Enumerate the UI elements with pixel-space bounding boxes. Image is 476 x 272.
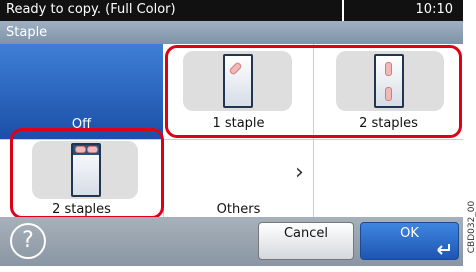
status-bar: Ready to copy. (Full Color) 10:10 — [0, 0, 463, 21]
option-off[interactable]: Off — [0, 44, 163, 139]
cancel-button[interactable]: Cancel — [258, 222, 354, 260]
highlight-frame — [10, 128, 164, 219]
option-others[interactable]: › Others — [164, 140, 313, 217]
status-message: Ready to copy. (Full Color) — [6, 2, 176, 17]
screen-title: Staple — [6, 25, 48, 40]
ok-button[interactable]: OK — [360, 222, 459, 260]
cancel-button-label: Cancel — [283, 226, 329, 241]
chevron-right-icon: › — [295, 160, 304, 185]
clock-time: 10:10 — [415, 2, 453, 17]
option-others-label: Others — [216, 202, 261, 217]
figure-code: CBD032_00 — [463, 0, 476, 266]
clock: 10:10 — [342, 0, 463, 21]
ok-button-label: OK — [400, 226, 419, 241]
highlight-frame — [165, 45, 462, 138]
enter-icon — [437, 244, 450, 255]
figure-code-text: CBD032_00 — [467, 200, 476, 254]
help-symbol: ? — [22, 228, 34, 253]
screen-title-bar: Staple — [0, 21, 463, 44]
help-icon[interactable]: ? — [10, 223, 46, 259]
